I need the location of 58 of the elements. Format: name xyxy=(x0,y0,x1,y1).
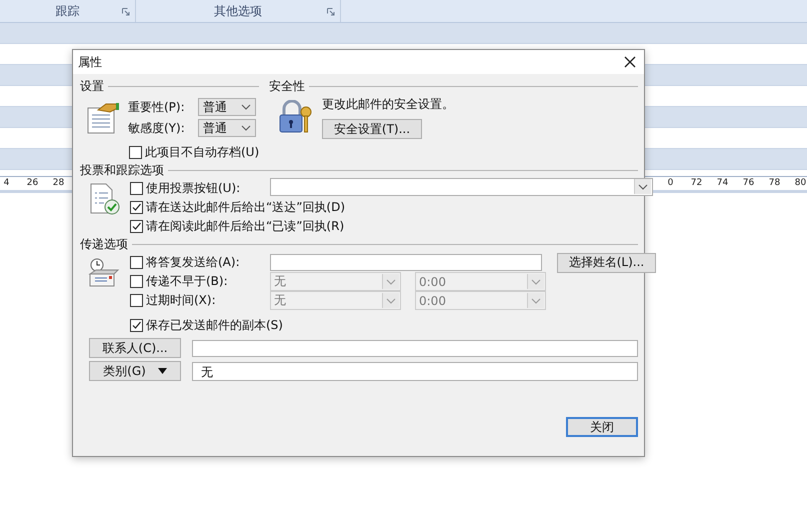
checkbox[interactable] xyxy=(130,182,143,195)
checkbox-label: 请在阅读此邮件后给出“已读”回执(R) xyxy=(146,218,344,235)
ruler-number: 80 xyxy=(794,178,807,190)
checkbox-label: 传递不早于(B): xyxy=(146,273,229,290)
document-hand-icon xyxy=(86,102,120,134)
security-settings-button[interactable]: 安全设置(T)... xyxy=(322,119,422,139)
section-title: 安全性 xyxy=(269,78,305,94)
checkbox-label: 此项目不自动存档(U) xyxy=(145,144,260,161)
checkbox-label: 使用投票按钮(U): xyxy=(146,180,242,197)
ruler-number: 4 xyxy=(2,178,10,190)
ruler-number: 78 xyxy=(768,178,781,190)
ruler-number: 26 xyxy=(26,178,39,190)
ribbon-group-label: 其他选项 xyxy=(214,2,262,20)
ribbon-group-label: 跟踪 xyxy=(56,2,80,20)
categories-button[interactable]: 类别(G) xyxy=(89,361,181,381)
checkbox[interactable] xyxy=(129,146,142,159)
section-title: 传递选项 xyxy=(80,236,128,252)
dialog-launcher-icon[interactable] xyxy=(122,8,130,16)
close-button[interactable]: 关闭 xyxy=(566,417,638,437)
dropdown[interactable]: 普通 xyxy=(198,98,256,116)
window-title: 属性 xyxy=(78,54,102,70)
categories-field[interactable]: 无 xyxy=(192,362,638,380)
dialog-launcher-icon[interactable] xyxy=(327,8,335,16)
contacts-field[interactable] xyxy=(192,340,638,356)
chevron-icon xyxy=(638,184,648,190)
ruler-number: 76 xyxy=(742,178,755,190)
checklist-icon xyxy=(88,183,120,215)
checkbox[interactable] xyxy=(130,220,143,233)
field-label: 敏感度(Y): xyxy=(128,120,186,136)
chevron-icon xyxy=(386,278,396,284)
close-icon[interactable] xyxy=(624,56,636,68)
chevron-icon xyxy=(241,104,251,110)
dropdown-arrow-icon xyxy=(158,368,167,374)
ruler-number: 0 xyxy=(666,178,674,190)
security-description: 更改此邮件的安全设置。 xyxy=(322,96,454,113)
ruler-number: 72 xyxy=(690,178,703,190)
section-title: 设置 xyxy=(80,78,104,94)
envelope-clock-icon xyxy=(88,257,120,287)
chevron-icon xyxy=(386,298,396,304)
checkbox-label: 过期时间(X): xyxy=(146,292,217,309)
checkbox[interactable] xyxy=(130,319,143,332)
field-label: 重要性(P): xyxy=(128,98,186,116)
ruler-number: 28 xyxy=(52,178,65,190)
select-names-button[interactable]: 选择姓名(L)... xyxy=(557,252,656,272)
checkbox-label: 保存已发送邮件的副本(S) xyxy=(146,317,283,334)
checkbox-label: 将答复发送给(A): xyxy=(146,254,241,271)
chevron-icon xyxy=(241,125,251,131)
padlock-key-icon xyxy=(278,100,312,134)
section-title: 投票和跟踪选项 xyxy=(80,162,164,178)
reply-to-field[interactable] xyxy=(270,254,542,271)
chevron-icon xyxy=(531,278,541,284)
chevron-icon xyxy=(531,298,541,304)
ruler-number: 74 xyxy=(716,178,729,190)
checkbox[interactable] xyxy=(130,201,143,214)
contacts-button[interactable]: 联系人(C)... xyxy=(89,338,181,358)
dropdown[interactable]: 普通 xyxy=(198,119,256,137)
checkbox[interactable] xyxy=(130,256,143,269)
checkbox-label: 请在送达此邮件后给出“送达”回执(D) xyxy=(146,199,346,216)
